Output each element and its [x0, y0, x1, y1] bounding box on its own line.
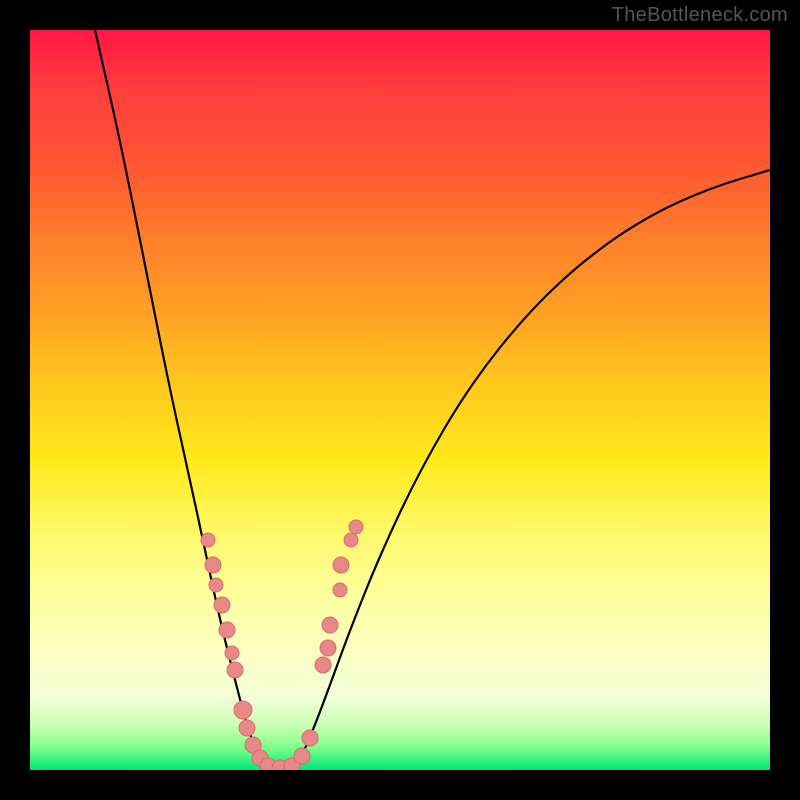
- scatter-dot: [234, 701, 252, 719]
- scatter-dot: [201, 533, 215, 547]
- scatter-dot: [349, 520, 363, 534]
- scatter-dot: [315, 657, 331, 673]
- scatter-dot: [227, 662, 243, 678]
- scatter-dot: [333, 557, 349, 573]
- chart-plot-area: [30, 30, 770, 770]
- scatter-dot: [344, 533, 358, 547]
- scatter-dot: [333, 583, 347, 597]
- scatter-dot: [225, 646, 239, 660]
- scatter-dot: [239, 720, 255, 736]
- scatter-dot: [219, 622, 235, 638]
- scatter-dot: [322, 617, 338, 633]
- watermark-text: TheBottleneck.com: [612, 4, 788, 27]
- chart-svg: [30, 30, 770, 770]
- scatter-dot: [302, 730, 318, 746]
- scatter-dot: [209, 578, 223, 592]
- curve-left-branch: [95, 30, 270, 768]
- scatter-dot: [214, 597, 230, 613]
- curve-right-branch: [290, 170, 770, 768]
- scatter-dot: [205, 557, 221, 573]
- scatter-dot: [320, 640, 336, 656]
- scatter-dot: [294, 748, 310, 764]
